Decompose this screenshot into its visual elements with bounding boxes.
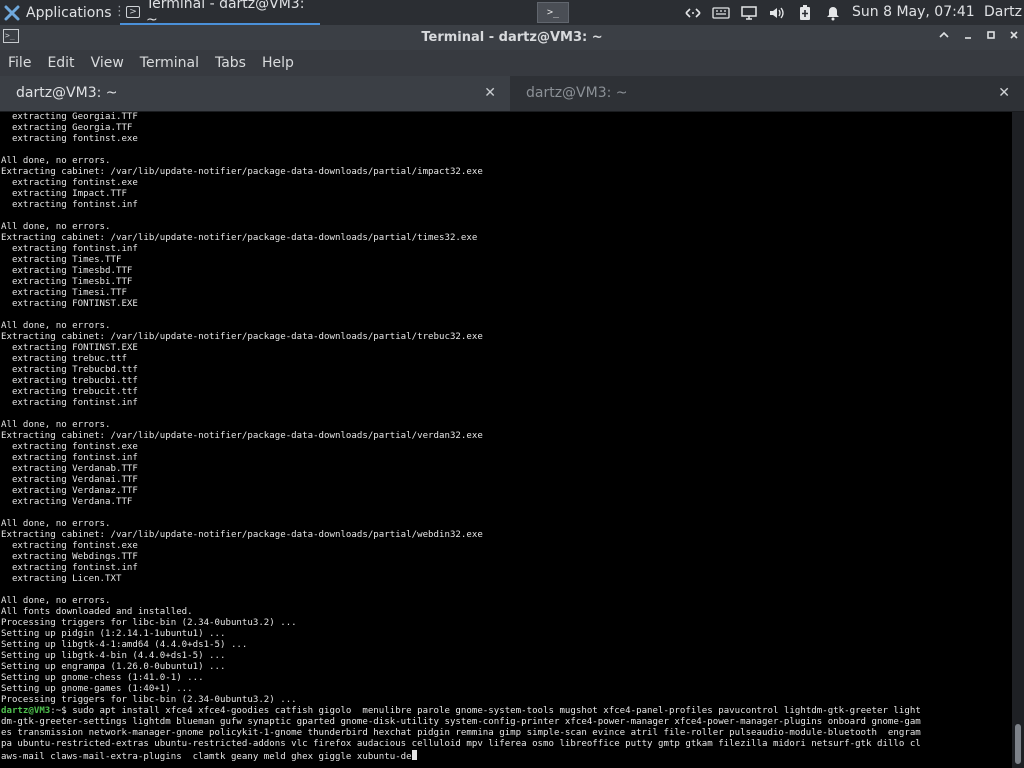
terminal-line: extracting fontinst.exe [1, 442, 138, 452]
terminal-line: extracting Verdana.TTF [1, 497, 133, 507]
terminal-line: extracting Verdanai.TTF [1, 475, 138, 485]
command-line: sudo apt install xfce4 xfce4-goodies cat… [72, 706, 921, 716]
prompt-user: dartz@VM3 [1, 706, 51, 716]
terminal-line: All done, no errors. [1, 596, 111, 606]
terminal-line: extracting fontinst.exe [1, 178, 138, 188]
command-line: dm-gtk-greeter-settings lightdm blueman … [1, 717, 921, 727]
terminal-line: extracting fontinst.exe [1, 134, 138, 144]
terminal-line: Setting up gnome-chess (1:41.0-1) ... [1, 673, 204, 683]
terminal-line: extracting Verdanab.TTF [1, 464, 138, 474]
terminal-line: extracting Verdanaz.TTF [1, 486, 138, 496]
menu-view[interactable]: View [83, 50, 132, 76]
terminal-line: extracting fontinst.inf [1, 200, 138, 210]
terminal-line: All done, no errors. [1, 519, 111, 529]
terminal-line: Setting up libgtk-4-1:amd64 (4.4.0+ds1-5… [1, 640, 248, 650]
terminal-line: extracting FONTINST.EXE [1, 299, 138, 309]
terminal-text: extracting Georgiai.TTF extracting Georg… [0, 112, 1012, 763]
menu-bar: File Edit View Terminal Tabs Help [0, 50, 1024, 76]
terminal-line: extracting Times.TTF [1, 255, 122, 265]
command-line: aws-mail claws-mail-extra-plugins clamtk… [1, 752, 412, 762]
taskbar-terminal-title: Terminal - dartz@VM3: ~ [145, 0, 305, 28]
terminal-line: extracting Impact.TTF [1, 189, 127, 199]
window-title: Terminal - dartz@VM3: ~ [421, 30, 603, 45]
terminal-line: All fonts downloaded and installed. [1, 607, 193, 617]
menu-tabs[interactable]: Tabs [207, 50, 254, 76]
menu-file[interactable]: File [0, 50, 39, 76]
terminal-line: extracting Timesi.TTF [1, 288, 127, 298]
applications-label: Applications [26, 4, 112, 21]
top-panel: Applications ⋮ > Terminal - dartz@VM3: ~… [0, 0, 1024, 28]
terminal-line: Extracting cabinet: /var/lib/update-noti… [1, 233, 478, 243]
tab-2[interactable]: dartz@VM3: ~ ✕ [510, 76, 1024, 111]
scrollbar-thumb[interactable] [1015, 724, 1021, 764]
user-menu[interactable]: Dartz [984, 0, 1022, 25]
menu-help[interactable]: Help [254, 50, 302, 76]
terminal-launcher-button[interactable]: >_ [537, 2, 569, 23]
terminal-scrollbar[interactable] [1012, 112, 1024, 768]
terminal-line: extracting trebucit.ttf [1, 387, 138, 397]
terminal-line: Extracting cabinet: /var/lib/update-noti… [1, 332, 483, 342]
display-icon[interactable] [740, 5, 758, 21]
clock[interactable]: Sun 8 May, 07:41 [852, 0, 975, 25]
terminal-line: Setting up gnome-games (1:40+1) ... [1, 684, 193, 694]
prompt-suffix: :~$ [50, 706, 73, 716]
tab-1[interactable]: dartz@VM3: ~ ✕ [0, 76, 510, 111]
terminal-line: extracting Georgiai.TTF [1, 112, 138, 122]
tab-1-close-icon[interactable]: ✕ [484, 76, 496, 111]
terminal-line: extracting Georgia.TTF [1, 123, 133, 133]
terminal-line: extracting fontinst.inf [1, 398, 138, 408]
notification-bell-icon[interactable] [824, 5, 842, 21]
xfce-logo-icon [4, 5, 20, 20]
terminal-line: Setting up engrampa (1.26.0-0ubuntu1) ..… [1, 662, 226, 672]
taskbar-terminal-button[interactable]: > Terminal - dartz@VM3: ~ [120, 0, 320, 28]
tab-2-close-icon[interactable]: ✕ [998, 76, 1010, 111]
terminal-line: extracting fontinst.inf [1, 453, 138, 463]
terminal-line: Processing triggers for libc-bin (2.34-0… [1, 618, 297, 628]
keyboard-icon[interactable] [712, 5, 730, 21]
terminal-line: extracting Timesbi.TTF [1, 277, 133, 287]
close-window-button[interactable] [1006, 29, 1022, 45]
tab-bar: dartz@VM3: ~ ✕ dartz@VM3: ~ ✕ [0, 76, 1024, 112]
terminal-line: All done, no errors. [1, 321, 111, 331]
menu-terminal[interactable]: Terminal [132, 50, 207, 76]
maximize-button[interactable] [983, 29, 999, 45]
text-cursor [411, 750, 417, 760]
command-line: es transmission network-manager-gnome po… [1, 728, 921, 738]
terminal-line: extracting fontinst.inf [1, 244, 138, 254]
tab-2-label: dartz@VM3: ~ [526, 85, 628, 101]
terminal-line: extracting Timesbd.TTF [1, 266, 133, 276]
terminal-line: Processing triggers for libc-bin (2.34-0… [1, 695, 297, 705]
terminal-line: Extracting cabinet: /var/lib/update-noti… [1, 431, 483, 441]
terminal-line: extracting Trebucbd.ttf [1, 365, 138, 375]
terminal-line: Extracting cabinet: /var/lib/update-noti… [1, 167, 483, 177]
terminal-line: Setting up pidgin (1:2.14.1-1ubuntu1) ..… [1, 629, 226, 639]
minimize-button[interactable] [960, 29, 976, 45]
battery-icon[interactable] [796, 4, 814, 21]
terminal-line: All done, no errors. [1, 222, 111, 232]
system-tray [684, 0, 842, 25]
terminal-line: All done, no errors. [1, 420, 111, 430]
menu-edit[interactable]: Edit [39, 50, 82, 76]
terminal-line: extracting trebuc.ttf [1, 354, 127, 364]
applications-menu[interactable]: Applications [4, 0, 112, 25]
terminal-line: extracting Webdings.TTF [1, 552, 138, 562]
terminal-line: extracting fontinst.exe [1, 541, 138, 551]
shade-button[interactable] [936, 29, 952, 45]
terminal-line: extracting fontinst.inf [1, 563, 138, 573]
terminal-line: extracting FONTINST.EXE [1, 343, 138, 353]
terminal-icon: > [126, 5, 140, 18]
network-icon[interactable] [684, 5, 702, 21]
terminal-line: extracting trebucbi.ttf [1, 376, 138, 386]
volume-icon[interactable] [768, 5, 786, 21]
window-titlebar[interactable]: >_ Terminal - dartz@VM3: ~ [0, 25, 1024, 50]
terminal-output[interactable]: extracting Georgiai.TTF extracting Georg… [0, 112, 1012, 768]
terminal-line: extracting Licen.TXT [1, 574, 122, 584]
tab-1-label: dartz@VM3: ~ [16, 85, 118, 101]
terminal-line: All done, no errors. [1, 156, 111, 166]
terminal-line: Setting up libgtk-4-bin (4.4.0+ds1-5) ..… [1, 651, 226, 661]
command-line: pa ubuntu-restricted-extras ubuntu-restr… [1, 739, 921, 749]
terminal-line: Extracting cabinet: /var/lib/update-noti… [1, 530, 483, 540]
